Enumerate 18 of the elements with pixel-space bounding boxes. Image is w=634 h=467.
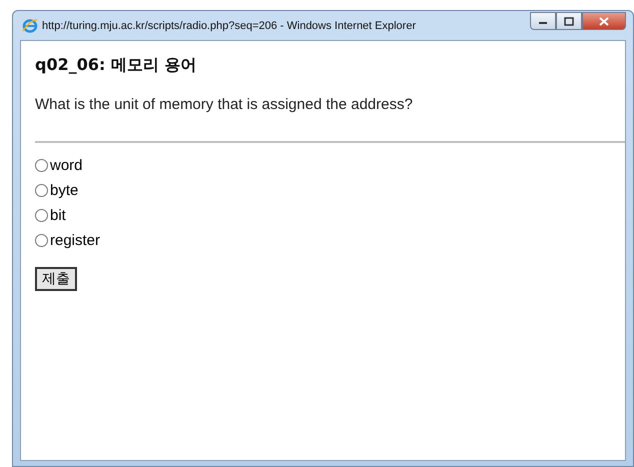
- radio-button[interactable]: [35, 234, 48, 247]
- close-button[interactable]: [582, 12, 626, 30]
- submit-button[interactable]: 제출: [35, 267, 77, 291]
- radio-button[interactable]: [35, 159, 48, 172]
- option-label[interactable]: register: [50, 232, 100, 249]
- radio-button[interactable]: [35, 184, 48, 197]
- close-icon: [599, 16, 609, 26]
- window-title: http://turing.mju.ac.kr/scripts/radio.php?seq=206 - Windows Internet Explorer: [42, 20, 416, 32]
- browser-logo-icon: [22, 18, 38, 34]
- maximize-button[interactable]: [556, 12, 582, 30]
- quiz-heading: q02_06: 메모리 용어: [35, 55, 198, 76]
- option-label[interactable]: word: [50, 157, 83, 174]
- maximize-icon: [564, 16, 574, 26]
- radio-button[interactable]: [35, 209, 48, 222]
- option-label[interactable]: bit: [50, 207, 66, 224]
- minimize-button[interactable]: [530, 12, 556, 30]
- question-text: What is the unit of memory that is assigned the address?: [35, 96, 414, 113]
- option-label[interactable]: byte: [50, 182, 78, 199]
